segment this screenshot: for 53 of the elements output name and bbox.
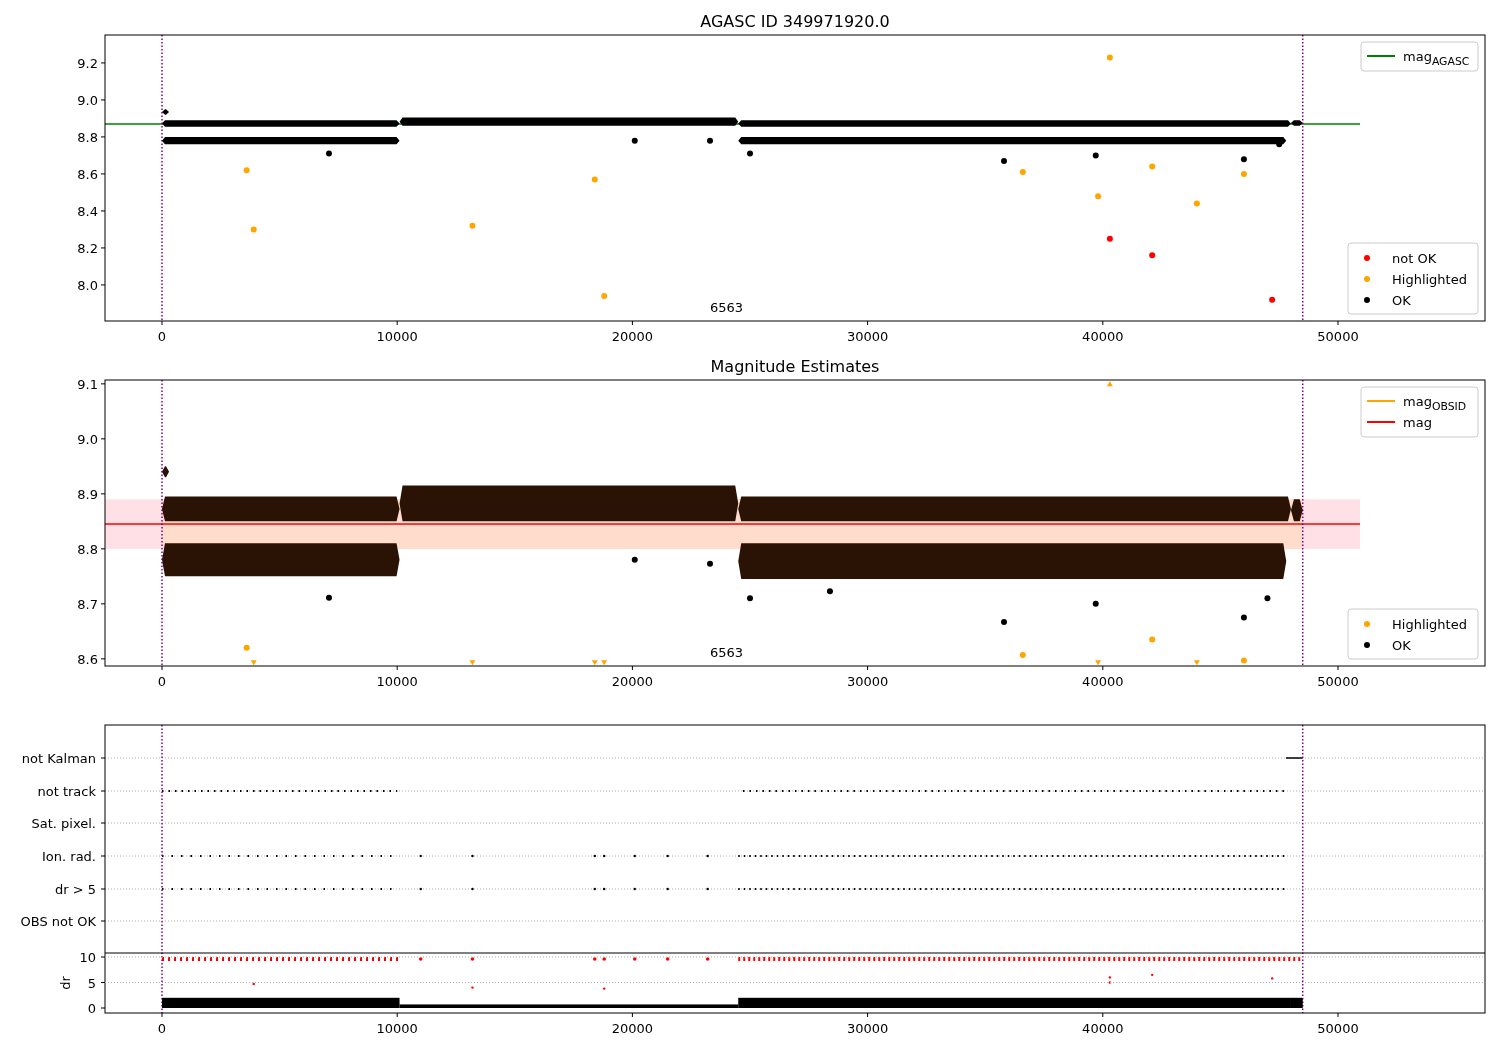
x-tick-label: 50000 [1317, 329, 1359, 344]
y-tick-label: 8.6 [77, 651, 98, 667]
y-tick-label: 8.8 [77, 129, 98, 145]
y-tick-label: 8.2 [77, 240, 98, 256]
flag-label: Ion. rad. [42, 849, 96, 864]
y-tick-label: 8.8 [77, 541, 98, 557]
y-tick-label: 5 [87, 975, 96, 991]
y-tick-label: 10 [79, 950, 96, 965]
y-tick-label: 8.4 [77, 203, 98, 219]
x-tick-label: 10000 [376, 674, 418, 689]
x-tick-label: 10000 [376, 1021, 418, 1036]
x-tick-label: 40000 [1082, 329, 1124, 344]
y-tick-label: 8.6 [77, 166, 98, 182]
legend-label: OK [1392, 638, 1411, 653]
x-tick-label: 30000 [846, 329, 889, 344]
x-tick-label: 20000 [611, 329, 654, 344]
flag-label: not track [37, 784, 96, 799]
y-tick-label: 9.0 [77, 92, 98, 108]
x-tick-label: 50000 [1317, 1021, 1359, 1036]
x-tick-label: 0 [157, 329, 167, 344]
y-tick-label: 9.2 [77, 55, 98, 71]
legend-label: mag$_{OBSID}$ [1403, 394, 1467, 411]
y-tick-label: 8.9 [77, 486, 98, 502]
chart-title: Magnitude Estimates [710, 357, 880, 376]
flag-label: not Kalman [21, 751, 96, 766]
legend-label: OK [1392, 293, 1411, 308]
flag-label: dr > 5 [54, 882, 96, 897]
legend-label: Highlighted [1392, 617, 1467, 632]
x-tick-label: 40000 [1082, 1021, 1124, 1036]
x-tick-label: 20000 [611, 674, 654, 689]
annotation-text: 6563 [709, 645, 743, 660]
legend-label: not OK [1392, 251, 1437, 266]
flag-label: Sat. pixel. [31, 816, 96, 831]
y-tick-label: 8.7 [77, 596, 98, 612]
x-tick-label: 0 [157, 674, 167, 689]
x-tick-label: 50000 [1317, 674, 1359, 689]
chart-title: AGASC ID 349971920.0 [700, 12, 890, 31]
x-tick-label: 30000 [846, 674, 889, 689]
y-tick-label: 9.1 [77, 376, 98, 392]
legend-label: Highlighted [1392, 272, 1467, 287]
legend-label: mag [1403, 415, 1432, 430]
y-tick-label: 0 [87, 1001, 96, 1016]
x-tick-label: 0 [157, 1021, 167, 1036]
x-tick-label: 20000 [611, 1021, 654, 1036]
flag-label: OBS not OK [20, 914, 96, 929]
legend-label: mag$_{AGASC}$ [1403, 49, 1470, 66]
x-tick-label: 10000 [376, 329, 418, 344]
x-tick-label: 40000 [1082, 674, 1124, 689]
annotation-text: 6563 [709, 300, 743, 315]
y-tick-label: 8.0 [77, 277, 98, 293]
axis-label: dr [58, 976, 73, 990]
y-tick-label: 9.0 [77, 431, 98, 447]
x-tick-label: 30000 [846, 1021, 889, 1036]
